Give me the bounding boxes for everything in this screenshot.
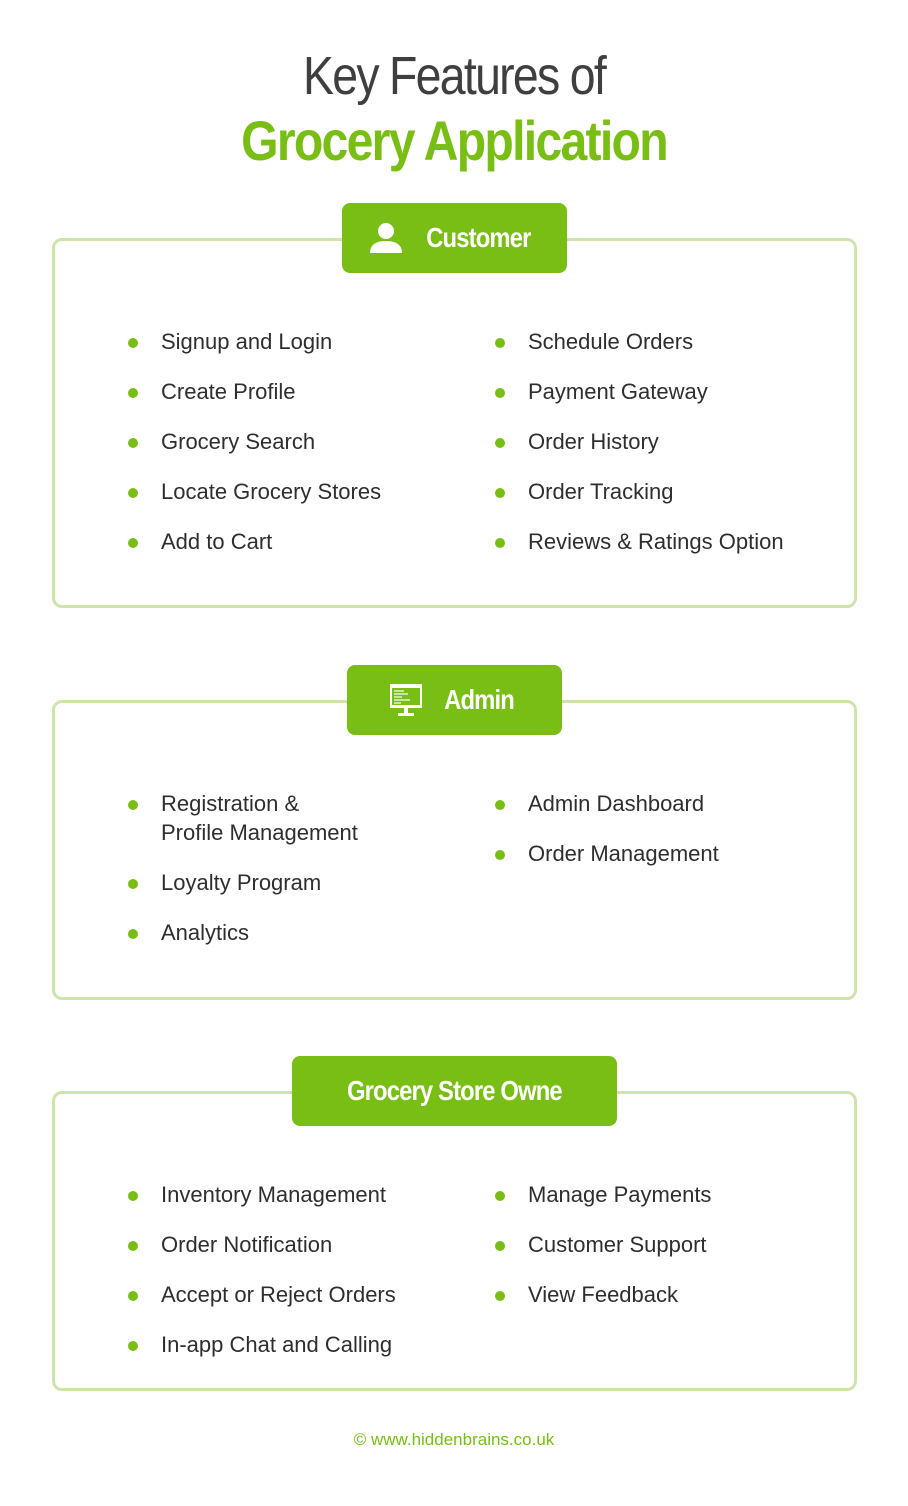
list-item: Signup and Login — [128, 327, 381, 356]
bullet-icon — [495, 388, 505, 398]
list-item: Customer Support — [495, 1230, 711, 1259]
list-item: Order Tracking — [495, 477, 784, 506]
list-item: Order History — [495, 427, 784, 456]
bullet-icon — [495, 1291, 505, 1301]
page-title-line1: Key Features of — [302, 46, 607, 106]
bullet-icon — [495, 538, 505, 548]
list-item: Loyalty Program — [128, 868, 358, 897]
list-item: Schedule Orders — [495, 327, 784, 356]
list-item: Create Profile — [128, 377, 381, 406]
bullet-icon — [128, 538, 138, 548]
admin-badge-label: Admin — [444, 684, 516, 715]
list-item: Registration & Profile Management — [128, 789, 358, 847]
list-item: Analytics — [128, 918, 358, 947]
store-owner-badge: Grocery Store Owne — [292, 1056, 617, 1126]
page-title-line2: Grocery Application — [241, 109, 669, 172]
bullet-icon — [128, 879, 138, 889]
list-item: Accept or Reject Orders — [128, 1280, 396, 1309]
bullet-icon — [495, 850, 505, 860]
list-item: Payment Gateway — [495, 377, 784, 406]
bullet-icon — [128, 1341, 138, 1351]
monitor-icon — [388, 682, 424, 718]
customer-left-list: Signup and Login Create Profile Grocery … — [128, 327, 381, 577]
list-item: View Feedback — [495, 1280, 711, 1309]
list-item: Order Management — [495, 839, 719, 868]
admin-panel: Registration & Profile Management Loyalt… — [52, 700, 857, 1000]
bullet-icon — [128, 338, 138, 348]
list-item: Manage Payments — [495, 1180, 711, 1209]
bullet-icon — [128, 488, 138, 498]
admin-right-list: Admin Dashboard Order Management — [495, 789, 719, 889]
bullet-icon — [495, 338, 505, 348]
list-item: Order Notification — [128, 1230, 396, 1259]
bullet-icon — [495, 438, 505, 448]
customer-badge-label: Customer — [426, 222, 531, 253]
store-owner-panel: Inventory Management Order Notification … — [52, 1091, 857, 1391]
store-owner-badge-label: Grocery Store Owne — [347, 1075, 563, 1106]
bullet-icon — [495, 1191, 505, 1201]
customer-badge: Customer — [342, 203, 567, 273]
bullet-icon — [128, 388, 138, 398]
list-item: Locate Grocery Stores — [128, 477, 381, 506]
bullet-icon — [128, 1191, 138, 1201]
list-item: In-app Chat and Calling — [128, 1330, 396, 1359]
bullet-icon — [495, 1241, 505, 1251]
customer-panel: Signup and Login Create Profile Grocery … — [52, 238, 857, 608]
customer-right-list: Schedule Orders Payment Gateway Order Hi… — [495, 327, 784, 577]
user-icon — [369, 222, 403, 254]
footer-copyright: © www.hiddenbrains.co.uk — [353, 1430, 555, 1449]
bullet-icon — [128, 1241, 138, 1251]
list-item: Add to Cart — [128, 527, 381, 556]
admin-badge: Admin — [347, 665, 562, 735]
list-item: Reviews & Ratings Option — [495, 527, 784, 556]
bullet-icon — [495, 800, 505, 810]
bullet-icon — [128, 929, 138, 939]
list-item: Grocery Search — [128, 427, 381, 456]
list-item: Admin Dashboard — [495, 789, 719, 818]
bullet-icon — [128, 1291, 138, 1301]
bullet-icon — [495, 488, 505, 498]
admin-left-list: Registration & Profile Management Loyalt… — [128, 789, 358, 968]
store-owner-left-list: Inventory Management Order Notification … — [128, 1180, 396, 1380]
store-owner-right-list: Manage Payments Customer Support View Fe… — [495, 1180, 711, 1330]
list-item: Inventory Management — [128, 1180, 396, 1209]
bullet-icon — [128, 800, 138, 810]
bullet-icon — [128, 438, 138, 448]
